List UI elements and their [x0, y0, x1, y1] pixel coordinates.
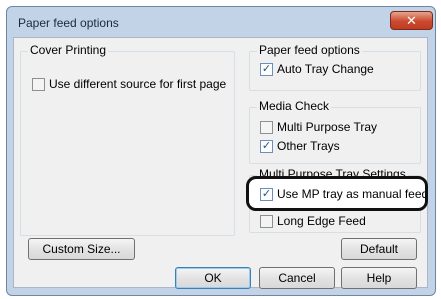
- cancel-button[interactable]: Cancel: [259, 267, 335, 289]
- check-icon: ✓: [261, 139, 272, 152]
- help-button[interactable]: Help: [341, 267, 417, 289]
- other-trays-label: Other Trays: [277, 139, 340, 153]
- title-bar: Paper feed options ✕: [7, 7, 435, 38]
- use-different-source-checkbox[interactable]: Use different source for first page: [32, 77, 226, 91]
- paper-feed-options-label: Paper feed options: [257, 43, 362, 57]
- use-mp-tray-manual-feed-label: Use MP tray as manual feed: [277, 187, 429, 201]
- long-edge-feed-label: Long Edge Feed: [277, 214, 366, 228]
- auto-tray-change-checkbox[interactable]: ✓ Auto Tray Change: [260, 62, 374, 76]
- media-check-label: Media Check: [257, 99, 332, 113]
- auto-tray-change-label: Auto Tray Change: [277, 62, 374, 76]
- long-edge-feed-box[interactable]: [260, 214, 273, 228]
- use-different-source-box[interactable]: [32, 77, 45, 91]
- custom-size-button[interactable]: Custom Size...: [28, 238, 135, 260]
- default-button[interactable]: Default: [341, 238, 417, 260]
- other-trays-checkbox[interactable]: ✓ Other Trays: [260, 139, 340, 153]
- multi-purpose-tray-label: Multi Purpose Tray: [277, 120, 378, 134]
- media-check-group: [249, 107, 421, 164]
- other-trays-box[interactable]: ✓: [260, 139, 273, 153]
- auto-tray-change-box[interactable]: ✓: [260, 62, 273, 76]
- close-icon: ✕: [406, 13, 417, 28]
- check-icon: ✓: [261, 62, 272, 75]
- dialog-title: Paper feed options: [18, 16, 119, 30]
- use-mp-tray-manual-feed-box[interactable]: ✓: [260, 187, 273, 201]
- check-icon: ✓: [261, 187, 272, 200]
- long-edge-feed-checkbox[interactable]: Long Edge Feed: [260, 214, 366, 228]
- multi-purpose-tray-checkbox[interactable]: Multi Purpose Tray: [260, 120, 377, 134]
- use-mp-tray-manual-feed-checkbox[interactable]: ✓ Use MP tray as manual feed: [260, 187, 428, 201]
- ok-button[interactable]: OK: [175, 267, 251, 289]
- cover-printing-label: Cover Printing: [28, 43, 109, 57]
- dialog-client-area: Cover Printing Use different source for …: [13, 37, 428, 289]
- close-button[interactable]: ✕: [390, 11, 433, 30]
- multi-purpose-tray-box[interactable]: [260, 120, 273, 134]
- use-different-source-label: Use different source for first page: [49, 77, 227, 91]
